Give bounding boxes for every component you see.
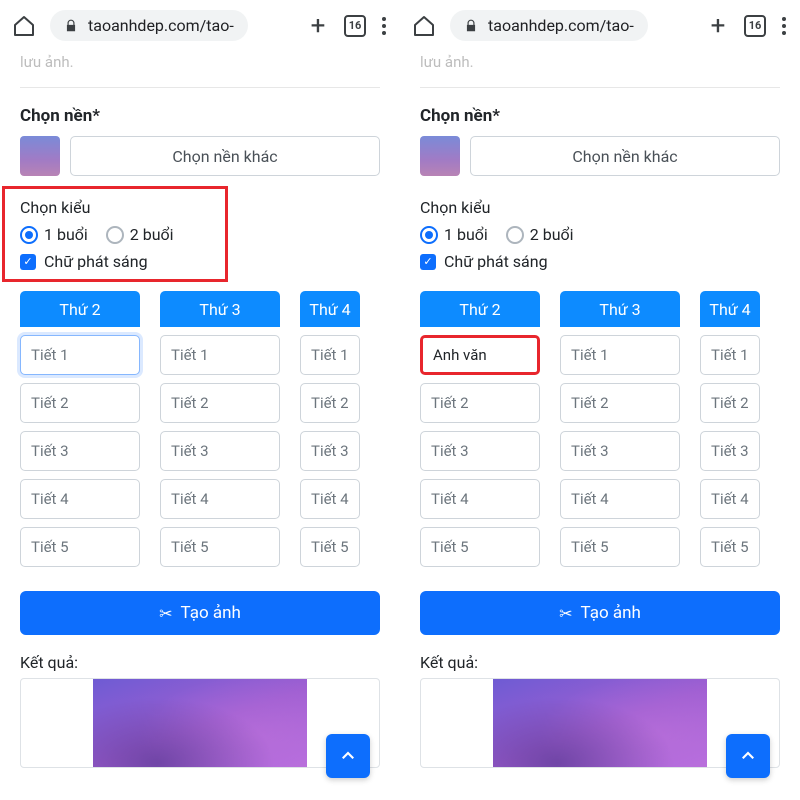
tab-count-badge[interactable]: 16 [344, 15, 366, 37]
input-d2-p5[interactable]: Tiết 5 [20, 527, 140, 567]
input-d4-p3[interactable]: Tiết 3 [700, 431, 760, 471]
choose-background-button[interactable]: Chọn nền khác [70, 136, 380, 176]
scroll-top-button[interactable] [726, 734, 770, 778]
input-d3-p5[interactable]: Tiết 5 [160, 527, 280, 567]
radio-1-label: 1 buổi [444, 225, 488, 244]
create-image-button[interactable]: ✂ Tạo ảnh [20, 591, 380, 635]
input-d2-p5[interactable]: Tiết 5 [420, 527, 540, 567]
tab-day-4[interactable]: Thứ 4 [300, 291, 360, 327]
new-tab-icon[interactable]: + [306, 14, 330, 38]
background-label: Chọn nền* [420, 106, 780, 126]
url-bar[interactable]: taoanhdep.com/tao- [50, 10, 248, 41]
glow-checkbox[interactable]: ✓ Chữ phát sáng [420, 252, 780, 271]
new-tab-icon[interactable]: + [706, 14, 730, 38]
input-d2-p3[interactable]: Tiết 3 [420, 431, 540, 471]
background-label: Chọn nền* [20, 106, 380, 126]
scissors-icon: ✂ [559, 604, 572, 623]
input-d3-p1[interactable]: Tiết 1 [560, 335, 680, 375]
result-label: Kết quả: [420, 653, 780, 672]
radio-2-label: 2 buổi [130, 225, 174, 244]
radio-1-label: 1 buổi [44, 225, 88, 244]
radio-1-session[interactable]: 1 buổi [420, 225, 488, 244]
lock-icon [464, 18, 480, 34]
input-d2-p2[interactable]: Tiết 2 [420, 383, 540, 423]
background-thumb[interactable] [20, 136, 60, 176]
input-d3-p3[interactable]: Tiết 3 [560, 431, 680, 471]
menu-icon[interactable] [780, 17, 788, 35]
input-d2-p1[interactable]: Anh văn [420, 335, 540, 375]
scissors-icon: ✂ [159, 604, 172, 623]
style-title: Chọn kiểu [20, 198, 380, 217]
input-d2-p3[interactable]: Tiết 3 [20, 431, 140, 471]
input-d3-p5[interactable]: Tiết 5 [560, 527, 680, 567]
input-d4-p2[interactable]: Tiết 2 [300, 383, 360, 423]
input-d4-p3[interactable]: Tiết 3 [300, 431, 360, 471]
input-d3-p1[interactable]: Tiết 1 [160, 335, 280, 375]
radio-2-session[interactable]: 2 buổi [506, 225, 574, 244]
result-label: Kết quả: [20, 653, 380, 672]
style-title: Chọn kiểu [420, 198, 780, 217]
tab-day-3[interactable]: Thứ 3 [560, 291, 680, 327]
tab-count-badge[interactable]: 16 [744, 15, 766, 37]
input-d4-p1[interactable]: Tiết 1 [700, 335, 760, 375]
input-d4-p4[interactable]: Tiết 4 [700, 479, 760, 519]
background-thumb[interactable] [420, 136, 460, 176]
url-bar[interactable]: taoanhdep.com/tao- [450, 10, 648, 41]
input-d3-p4[interactable]: Tiết 4 [560, 479, 680, 519]
input-d4-p2[interactable]: Tiết 2 [700, 383, 760, 423]
input-d4-p1[interactable]: Tiết 1 [300, 335, 360, 375]
input-d2-p2[interactable]: Tiết 2 [20, 383, 140, 423]
radio-2-label: 2 buổi [530, 225, 574, 244]
truncated-top-text: lưu ảnh. [420, 53, 780, 71]
input-d4-p5[interactable]: Tiết 5 [300, 527, 360, 567]
scroll-top-button[interactable] [326, 734, 370, 778]
url-text: taoanhdep.com/tao- [88, 16, 234, 35]
radio-1-session[interactable]: 1 buổi [20, 225, 88, 244]
create-image-button[interactable]: ✂ Tạo ảnh [420, 591, 780, 635]
input-d4-p4[interactable]: Tiết 4 [300, 479, 360, 519]
input-d3-p2[interactable]: Tiết 2 [560, 383, 680, 423]
glow-checkbox-label: Chữ phát sáng [444, 252, 548, 271]
create-button-label: Tạo ảnh [181, 603, 241, 623]
menu-icon[interactable] [380, 17, 388, 35]
input-d2-p1[interactable]: Tiết 1 [20, 335, 140, 375]
input-d2-p4[interactable]: Tiết 4 [420, 479, 540, 519]
glow-checkbox[interactable]: ✓ Chữ phát sáng [20, 252, 380, 271]
input-d3-p2[interactable]: Tiết 2 [160, 383, 280, 423]
home-icon[interactable] [412, 14, 436, 38]
input-d4-p5[interactable]: Tiết 5 [700, 527, 760, 567]
tab-day-2[interactable]: Thứ 2 [20, 291, 140, 327]
truncated-top-text: lưu ảnh. [20, 53, 380, 71]
input-d3-p4[interactable]: Tiết 4 [160, 479, 280, 519]
input-d2-p4[interactable]: Tiết 4 [20, 479, 140, 519]
input-d3-p3[interactable]: Tiết 3 [160, 431, 280, 471]
url-text: taoanhdep.com/tao- [488, 16, 634, 35]
tab-day-3[interactable]: Thứ 3 [160, 291, 280, 327]
home-icon[interactable] [12, 14, 36, 38]
choose-background-button[interactable]: Chọn nền khác [470, 136, 780, 176]
tab-day-4[interactable]: Thứ 4 [700, 291, 760, 327]
glow-checkbox-label: Chữ phát sáng [44, 252, 148, 271]
create-button-label: Tạo ảnh [581, 603, 641, 623]
radio-2-session[interactable]: 2 buổi [106, 225, 174, 244]
lock-icon [64, 18, 80, 34]
tab-day-2[interactable]: Thứ 2 [420, 291, 540, 327]
